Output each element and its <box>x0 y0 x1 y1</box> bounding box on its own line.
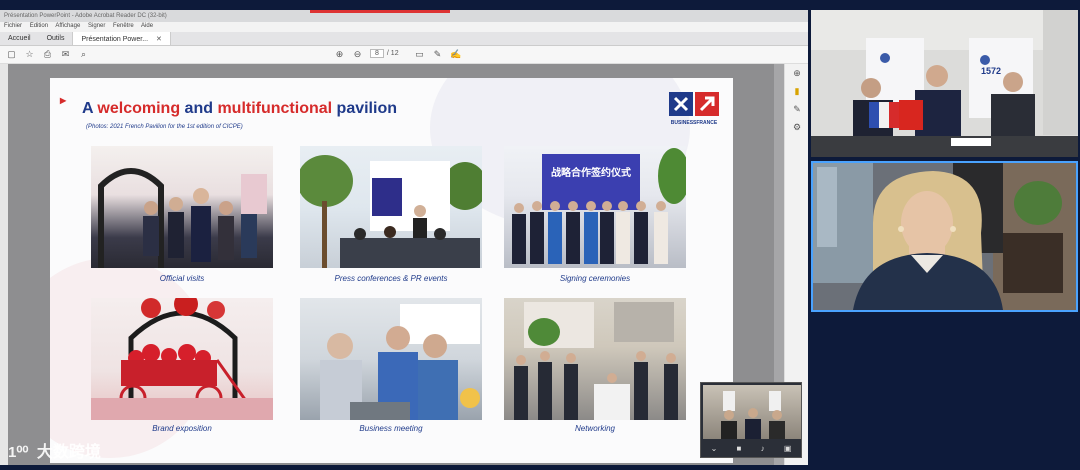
menu-signer[interactable]: Signer <box>88 23 105 29</box>
banner-number: 1572 <box>981 66 1002 76</box>
label-official-visits: Official visits <box>159 274 205 283</box>
label-networking: Networking <box>574 424 615 433</box>
logo-label: BUSINESSFRANCE <box>670 120 718 126</box>
tab-accueil[interactable]: Accueil <box>0 32 39 45</box>
title-text-2: welcoming <box>97 100 181 117</box>
photo-signing-ceremonies: 战略合作签约仪式 <box>504 146 686 268</box>
label-business-meeting: Business meeting <box>359 424 423 433</box>
screen-icon[interactable]: ▣ <box>784 444 792 453</box>
menu-fichier[interactable]: Fichier <box>4 23 22 29</box>
watermark: 1⁰⁰ 大数跨境 <box>8 438 101 462</box>
page-down-icon[interactable]: ⊖ <box>352 49 363 60</box>
page-total: / 12 <box>386 50 399 57</box>
microphone-icon[interactable]: ♪ <box>761 444 765 453</box>
print-icon[interactable]: ⎙ <box>42 49 53 60</box>
camera-icon[interactable]: ■ <box>737 444 742 453</box>
window-titlebar: Présentation PowerPoint - Adobe Acrobat … <box>0 10 808 22</box>
title-text-5: pavilion <box>332 100 397 117</box>
menu-aide[interactable]: Aide <box>141 23 153 29</box>
watermark-text: 大数跨境 <box>36 442 101 461</box>
signing-banner-text: 战略合作签约仪式 <box>551 168 631 179</box>
chevron-down-icon[interactable]: ⌄ <box>711 444 718 453</box>
self-view-video <box>703 385 801 439</box>
video-tile-participants[interactable]: 1572 <box>811 10 1078 157</box>
more-tools-icon[interactable]: ⚙ <box>785 118 808 136</box>
pen-icon[interactable]: ✎ <box>432 49 443 60</box>
left-panel-toggle[interactable] <box>0 64 8 465</box>
title-bullet-icon: ▶ <box>60 96 67 105</box>
photo-business-meeting <box>300 298 482 420</box>
label-brand-exposition: Brand exposition <box>152 424 212 433</box>
sign-icon[interactable]: ✍ <box>450 49 461 60</box>
photo-brand-exposition <box>91 298 273 420</box>
comment-icon[interactable]: ▭ <box>414 49 425 60</box>
slide-title: ▶ A welcoming and multifunctional pavili… <box>60 96 397 118</box>
menu-affichage[interactable]: Affichage <box>55 23 80 29</box>
document-area[interactable]: ⊕ ▮ ✎ ⚙ ▶ A welcoming and multifunctiona… <box>0 64 808 465</box>
zoom-icon[interactable]: ⊕ <box>785 64 808 82</box>
close-icon[interactable]: ✕ <box>156 36 162 43</box>
menu-edition[interactable]: Édition <box>30 23 48 29</box>
share-indicator <box>310 10 450 13</box>
toolbar: ▢ ☆ ⎙ ✉ ⌕ ⊕ ⊖ 8/ 12 ▭ ✎ ✍ <box>0 46 808 64</box>
tab-outils[interactable]: Outils <box>39 32 73 45</box>
star-icon[interactable]: ☆ <box>24 49 35 60</box>
tab-document[interactable]: Présentation Power... ✕ <box>72 32 171 45</box>
business-france-logo: BUSINESSFRANCE <box>667 90 721 130</box>
title-text-4: multifunctional <box>217 100 333 117</box>
photo-networking <box>504 298 686 420</box>
comment-tool-icon[interactable]: ▮ <box>785 82 808 100</box>
presentation-slide: ▶ A welcoming and multifunctional pavili… <box>50 78 733 463</box>
menu-bar: Fichier Édition Affichage Signer Fenêtre… <box>0 22 808 32</box>
page-up-icon[interactable]: ⊕ <box>334 49 345 60</box>
tab-document-label: Présentation Power... <box>81 36 149 43</box>
mail-icon[interactable]: ✉ <box>60 49 71 60</box>
watermark-logo: 1⁰⁰ <box>8 444 29 461</box>
search-icon[interactable]: ⌕ <box>78 49 89 60</box>
thumbnail-controls: ⌄ ■ ♪ ▣ <box>701 439 801 457</box>
menu-fenetre[interactable]: Fenêtre <box>113 23 134 29</box>
label-press-conferences: Press conferences & PR events <box>334 274 448 283</box>
tab-bar: Accueil Outils Présentation Power... ✕ <box>0 32 808 46</box>
video-tile-active-speaker[interactable] <box>811 161 1078 312</box>
fill-sign-icon[interactable]: ✎ <box>785 100 808 118</box>
page-indicator: 8/ 12 <box>370 49 399 58</box>
label-signing-ceremonies: Signing ceremonies <box>559 274 631 283</box>
title-text-3: and <box>180 100 218 117</box>
slide-caption: (Photos: 2021 French Pavilion for the 1s… <box>86 124 243 130</box>
photo-official-visits <box>91 146 273 268</box>
self-view-thumbnail[interactable]: ⌄ ■ ♪ ▣ <box>700 382 802 458</box>
page-number-input[interactable]: 8 <box>370 49 384 58</box>
save-icon[interactable]: ▢ <box>6 49 17 60</box>
window-title: Présentation PowerPoint - Adobe Acrobat … <box>4 13 167 19</box>
screen-share-window: Présentation PowerPoint - Adobe Acrobat … <box>0 10 808 465</box>
photo-press-conferences <box>300 146 482 268</box>
title-text-1: A <box>82 100 98 117</box>
